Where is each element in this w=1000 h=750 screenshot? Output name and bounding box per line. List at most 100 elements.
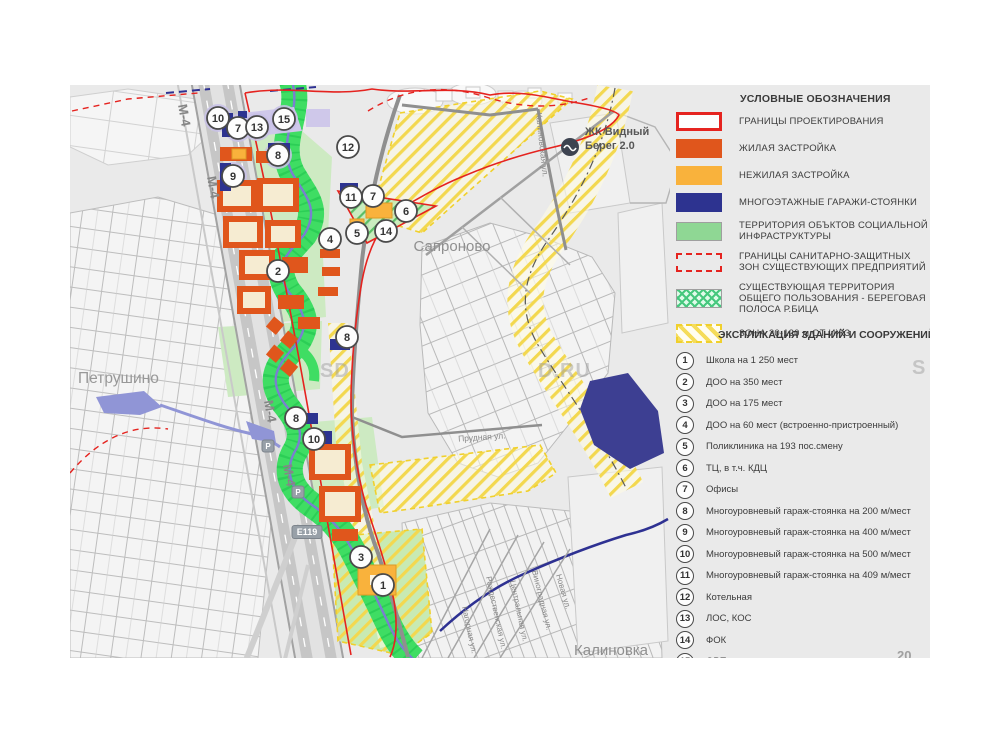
watermark: D.RU	[538, 360, 591, 382]
explication-label: ДОО на 60 мест (встроенно-пристроенный)	[706, 420, 898, 431]
svg-text:14: 14	[380, 226, 393, 238]
plan-canvas: Е119РР ПетрушиноСапроновоКалиновкаЖК Вид…	[70, 85, 930, 658]
explication-label: Многоуровневый гараж-стоянка на 409 м/ме…	[706, 570, 911, 581]
map-marker-8: 8	[285, 407, 307, 429]
legend-item: ЖИЛАЯ ЗАСТРОЙКА	[676, 139, 928, 158]
explication-item: 5 Поликлиника на 193 пос.смену	[676, 436, 930, 458]
legend-item: МНОГОЭТАЖНЫЕ ГАРАЖИ-СТОЯНКИ	[676, 193, 928, 212]
map-marker-13: 13	[246, 116, 268, 138]
explication-number: 5	[676, 438, 694, 456]
svg-text:7: 7	[235, 123, 241, 135]
map-marker-2: 2	[267, 260, 289, 282]
map-marker-3: 3	[350, 546, 372, 568]
explication-item: 8Многоуровневый гараж-стоянка на 200 м/м…	[676, 501, 930, 523]
explication-number: 13	[676, 610, 694, 628]
explication-item: 14 ФОК	[676, 630, 930, 652]
legend-swatch-crosshatch	[676, 289, 722, 308]
explication-label: Котельная	[706, 592, 752, 603]
legend-item: ГРАНИЦЫ САНИТАРНО-ЗАЩИТНЫХ ЗОН СУЩЕСТВУЮ…	[676, 251, 928, 274]
explication-item: 6 ТЦ, в т.ч. КДЦ	[676, 458, 930, 480]
svg-text:8: 8	[293, 413, 299, 425]
explication-number: 6	[676, 459, 694, 477]
page-number: 20	[897, 648, 911, 658]
svg-text:Р: Р	[265, 442, 271, 451]
legend-label: СУЩЕСТВУЮЩАЯ ТЕРРИТОРИЯ ОБЩЕГО ПОЛЬЗОВАН…	[739, 282, 928, 316]
explication-item: 4 ДОО на 60 мест (встроенно-пристроенный)	[676, 415, 930, 437]
explication-item: 12 Котельная	[676, 587, 930, 609]
explication-number: 2	[676, 373, 694, 391]
legend-swatch-fill-bordered	[676, 222, 722, 241]
explication-label: Школа на 1 250 мест	[706, 355, 798, 366]
explication-item: 15 ОРП	[676, 651, 930, 658]
legend-swatch-fill	[676, 166, 722, 185]
legend-swatch-dashed	[676, 253, 722, 272]
legend-item: НЕЖИЛАЯ ЗАСТРОЙКА	[676, 166, 928, 185]
legend-label: МНОГОЭТАЖНЫЕ ГАРАЖИ-СТОЯНКИ	[739, 197, 917, 208]
explication-label: Поликлиника на 193 пос.смену	[706, 441, 843, 452]
legend-swatch-fill	[676, 139, 722, 158]
map-marker-12: 12	[337, 136, 359, 158]
svg-text:11: 11	[345, 192, 357, 204]
explication-label: ТЦ, в т.ч. КДЦ	[706, 463, 767, 474]
legend-item: ГРАНИЦЫ ПРОЕКТИРОВАНИЯ	[676, 112, 928, 131]
legend-label: ГРАНИЦЫ ПРОЕКТИРОВАНИЯ	[739, 116, 884, 127]
map-label-sapronovo: Сапроново	[414, 238, 491, 255]
explication-label: ЛОС, КОС	[706, 613, 751, 624]
map-marker-6: 6	[395, 200, 417, 222]
svg-text:3: 3	[358, 552, 364, 564]
explication-label: Многоуровневый гараж-стоянка на 400 м/ме…	[706, 527, 911, 538]
legend-swatch-outline	[676, 112, 722, 131]
map-marker-1: 1	[372, 574, 394, 596]
explication-number: 9	[676, 524, 694, 542]
explication-number: 11	[676, 567, 694, 585]
svg-text:15: 15	[278, 114, 290, 126]
explication-label: ДОО на 350 мест	[706, 377, 782, 388]
svg-text:6: 6	[403, 206, 409, 218]
explication-item: 1 Школа на 1 250 мест	[676, 350, 930, 372]
legend-label: НЕЖИЛАЯ ЗАСТРОЙКА	[739, 170, 850, 181]
map-marker-4: 4	[319, 228, 341, 250]
explication-number: 7	[676, 481, 694, 499]
legend-panel: УСЛОВНЫЕ ОБОЗНАЧЕНИЯ ГРАНИЦЫ ПРОЕКТИРОВА…	[676, 93, 928, 351]
map-marker-5: 5	[346, 222, 368, 244]
explication-number: 3	[676, 395, 694, 413]
explication-number: 1	[676, 352, 694, 370]
explication-number: 4	[676, 416, 694, 434]
svg-text:9: 9	[230, 171, 236, 183]
explication-number: 15	[676, 653, 694, 658]
map-label-kalinovka: Калиновка	[574, 642, 649, 658]
map-marker-10: 10	[303, 428, 325, 450]
svg-text:4: 4	[327, 234, 334, 246]
explication-item: 7Офисы	[676, 479, 930, 501]
svg-text:10: 10	[212, 113, 224, 125]
explication-rows: 1 Школа на 1 250 мест 2 ДОО на 350 мест 3 ДОО…	[676, 350, 930, 658]
zk-vidny-bereg-logo	[561, 138, 579, 156]
legend-title: УСЛОВНЫЕ ОБОЗНАЧЕНИЯ	[740, 93, 928, 105]
explication-item: 11 Многоуровневый гараж-стоянка на 409 м/…	[676, 565, 930, 587]
legend-item: ТЕРРИТОРИЯ ОБЪКТОВ СОЦИАЛЬНОЙ ИНФРАСТРУК…	[676, 220, 928, 243]
legend-label: ТЕРРИТОРИЯ ОБЪКТОВ СОЦИАЛЬНОЙ ИНФРАСТРУК…	[739, 220, 928, 243]
legend-label: ГРАНИЦЫ САНИТАРНО-ЗАЩИТНЫХ ЗОН СУЩЕСТВУЮ…	[739, 251, 928, 274]
explication-label: ОРП	[706, 656, 727, 658]
explication-label: ДОО на 175 мест	[706, 398, 782, 409]
watermark-right: S	[912, 357, 926, 380]
explication-label: ФОК	[706, 635, 726, 646]
map-marker-7: 7	[362, 185, 384, 207]
map-marker-8: 8	[336, 326, 358, 348]
explication-panel: ЭКСПЛИКАЦИЯ ЗДАНИЙ И СООРУЖЕНИЙ 1Школа н…	[676, 329, 930, 658]
explication-item: 3 ДОО на 175 мест	[676, 393, 930, 415]
badge-route-shield-2: Р	[292, 486, 304, 498]
map-marker-10: 10	[207, 107, 229, 129]
map-label-zk-line1: ЖК Видный	[584, 126, 649, 138]
badge-route-e119: Е119	[292, 526, 322, 539]
map-marker-8: 8	[267, 144, 289, 166]
svg-text:12: 12	[342, 142, 354, 154]
svg-text:5: 5	[354, 228, 360, 240]
svg-text:10: 10	[308, 434, 320, 446]
explication-number: 12	[676, 588, 694, 606]
svg-text:8: 8	[275, 150, 281, 162]
explication-number: 14	[676, 631, 694, 649]
explication-item: 10Многоуровневый гараж-стоянка на 500 м/…	[676, 544, 930, 566]
explication-number: 10	[676, 545, 694, 563]
map-label-zk-line2: Берег 2.0	[585, 140, 635, 152]
